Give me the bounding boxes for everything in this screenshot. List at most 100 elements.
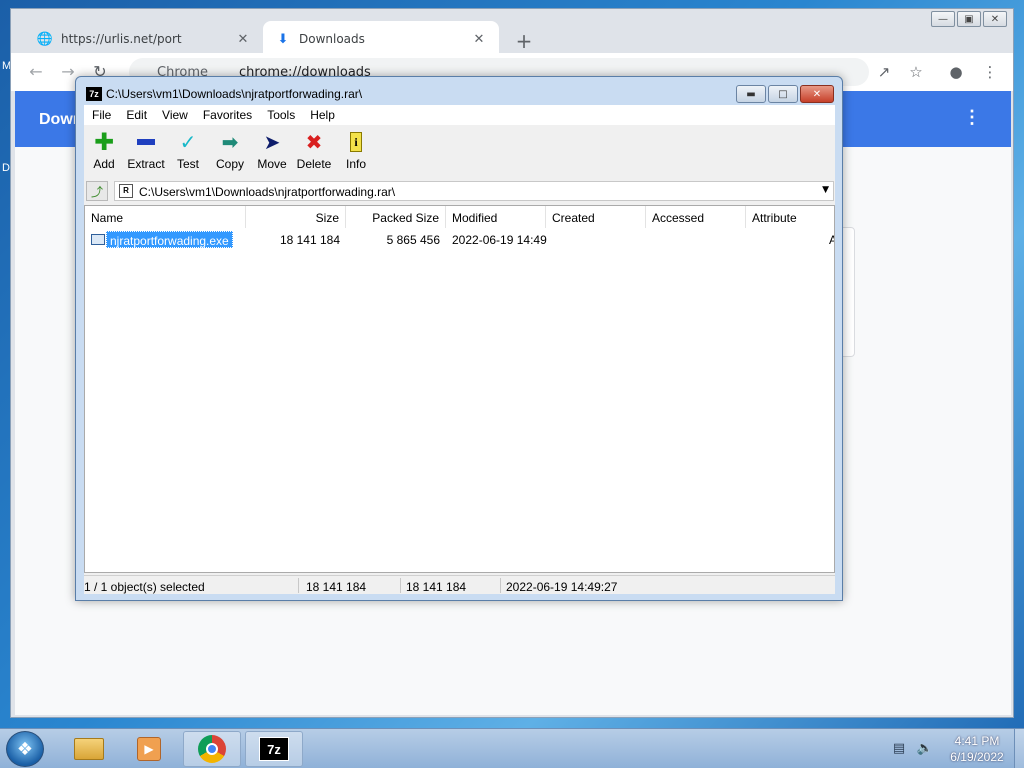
address-bar: ⤴ R C:\Users\vm1\Downloads\njratportforw… <box>84 179 835 203</box>
test-label: Test <box>176 157 199 171</box>
tab-strip: 🌐 https://urlis.net/port ✕ ⬇ Downloads ✕… <box>11 17 1013 57</box>
column-size[interactable]: Size <box>246 206 346 228</box>
file-modified: 2022-06-19 14:49 <box>452 233 547 247</box>
tab-close-icon[interactable]: ✕ <box>235 32 251 47</box>
copy-button[interactable]: ➡ Copy <box>210 129 250 171</box>
taskbar-chrome[interactable] <box>183 731 241 767</box>
desktop-icon-label: D <box>2 162 10 174</box>
delete-label: Delete <box>296 157 332 171</box>
system-tray: ▤ 🔈 4:41 PM 6/19/2022 <box>890 733 1012 765</box>
check-icon: ✓ <box>179 130 197 154</box>
file-list: Name Size Packed Size Modified Created A… <box>84 205 835 573</box>
7zip-client-area: File Edit View Favorites Tools Help ✚ Ad… <box>84 105 835 594</box>
delete-button[interactable]: ✖ Delete <box>294 129 334 171</box>
file-name[interactable]: njratportforwading.exe <box>106 231 233 248</box>
chrome-icon <box>198 735 226 763</box>
taskbar-7zip[interactable]: 7z <box>245 731 303 767</box>
status-divider <box>298 578 299 593</box>
close-button[interactable]: ✕ <box>800 85 834 103</box>
download-icon: ⬇ <box>277 31 289 47</box>
kebab-menu-icon[interactable]: ⋮ <box>963 107 981 128</box>
maximize-button[interactable]: □ <box>768 85 798 103</box>
column-accessed[interactable]: Accessed <box>646 206 746 228</box>
status-bar: 1 / 1 object(s) selected 18 141 184 18 1… <box>84 575 835 594</box>
7zip-icon: 7z <box>259 737 289 761</box>
menu-edit[interactable]: Edit <box>118 105 154 125</box>
move-button[interactable]: ➤ Move <box>252 129 292 171</box>
tab-urlis[interactable]: 🌐 https://urlis.net/port ✕ <box>25 21 263 57</box>
minus-icon <box>126 129 166 155</box>
chrome-menu-icon[interactable]: ⋮ <box>979 62 1001 84</box>
column-name[interactable]: Name <box>85 206 246 228</box>
add-label: Add <box>93 157 115 171</box>
move-arrow-icon: ➤ <box>263 130 281 154</box>
clock[interactable]: 4:41 PM 6/19/2022 <box>942 733 1012 765</box>
path-combobox[interactable]: R C:\Users\vm1\Downloads\njratportforwad… <box>114 181 834 201</box>
tab-title: Downloads <box>299 32 365 46</box>
plus-icon: ✚ <box>93 128 115 156</box>
7zip-app-icon: 7z <box>86 87 102 101</box>
add-button[interactable]: ✚ Add <box>84 128 124 171</box>
clock-date: 6/19/2022 <box>950 750 1004 764</box>
taskbar: ❖ ▶ 7z ▤ 🔈 4:41 PM 6/19/2022 <box>0 728 1024 768</box>
extract-label: Extract <box>127 157 165 171</box>
minimize-button[interactable]: ▬ <box>736 85 766 103</box>
tab-title: https://urlis.net/port <box>61 32 182 46</box>
start-button[interactable]: ❖ <box>6 731 44 767</box>
table-row[interactable]: njratportforwading.exe 18 141 184 5 865 … <box>85 230 834 250</box>
copy-label: Copy <box>215 157 244 171</box>
column-packed-size[interactable]: Packed Size <box>346 206 446 228</box>
tab-close-icon[interactable]: ✕ <box>471 32 487 47</box>
menu-favorites[interactable]: Favorites <box>195 105 259 125</box>
tab-downloads[interactable]: ⬇ Downloads ✕ <box>263 21 499 57</box>
extract-button[interactable]: Extract <box>126 129 166 171</box>
status-modified: 2022-06-19 14:49:27 <box>506 580 618 594</box>
column-created[interactable]: Created <box>546 206 646 228</box>
window-title: C:\Users\vm1\Downloads\njratportforwadin… <box>106 87 363 101</box>
volume-icon[interactable]: 🔈 <box>916 741 934 757</box>
delete-x-icon: ✖ <box>305 130 323 154</box>
info-label: Info <box>345 157 366 171</box>
path-text: C:\Users\vm1\Downloads\njratportforwadin… <box>139 185 396 199</box>
status-size: 18 141 184 <box>306 580 367 594</box>
clock-time: 4:41 PM <box>954 734 1000 748</box>
menu-view[interactable]: View <box>154 105 195 125</box>
status-divider <box>500 578 501 593</box>
move-label: Move <box>257 157 287 171</box>
info-button[interactable]: i Info <box>336 129 376 171</box>
column-modified[interactable]: Modified <box>446 206 546 228</box>
exe-file-icon <box>91 234 105 245</box>
network-icon[interactable]: ▤ <box>890 741 908 757</box>
back-icon[interactable]: ← <box>25 62 47 84</box>
show-desktop-button[interactable] <box>1014 729 1024 768</box>
info-icon: i <box>336 129 376 155</box>
7zip-window: 7z C:\Users\vm1\Downloads\njratportforwa… <box>75 76 843 601</box>
chevron-down-icon[interactable]: ▼ <box>822 185 829 195</box>
folder-icon <box>74 738 104 760</box>
star-icon[interactable]: ☆ <box>905 62 927 84</box>
caption-buttons: ▬ □ ✕ <box>736 85 834 103</box>
media-player-icon: ▶ <box>137 737 161 761</box>
status-divider <box>400 578 401 593</box>
status-selected: 1 / 1 object(s) selected <box>84 580 205 594</box>
file-packed-size: 5 865 456 <box>386 233 440 247</box>
menu-bar: File Edit View Favorites Tools Help <box>84 105 835 125</box>
up-folder-icon[interactable]: ⤴ <box>86 181 108 201</box>
taskbar-media-player[interactable]: ▶ <box>120 731 178 767</box>
test-button[interactable]: ✓ Test <box>168 129 208 171</box>
globe-icon: 🌐 <box>36 31 54 47</box>
menu-help[interactable]: Help <box>302 105 342 125</box>
share-icon[interactable]: ↗ <box>873 62 895 84</box>
file-attribute: A <box>829 233 834 247</box>
status-packed: 18 141 184 <box>406 580 467 594</box>
taskbar-explorer[interactable] <box>60 731 118 767</box>
profile-icon[interactable]: ● <box>945 62 967 84</box>
archive-icon: R <box>119 184 133 198</box>
copy-arrow-icon: ➡ <box>221 130 239 154</box>
file-size: 18 141 184 <box>279 233 340 247</box>
toolbar: ✚ Add Extract ✓ Test ➡ Copy ➤ Move ✖ Del… <box>84 125 835 177</box>
column-attribute[interactable]: Attribute <box>746 206 834 228</box>
new-tab-button[interactable]: + <box>511 29 537 55</box>
menu-tools[interactable]: Tools <box>259 105 302 125</box>
menu-file[interactable]: File <box>84 105 118 125</box>
